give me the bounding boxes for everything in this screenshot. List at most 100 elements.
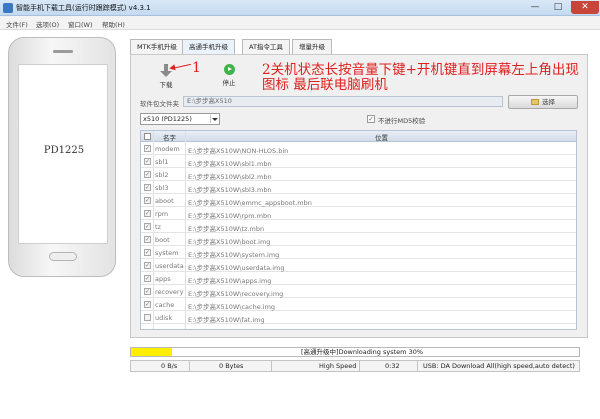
stop-button[interactable]: 停止: [209, 64, 249, 87]
status-divider: [417, 361, 418, 371]
table-header: 名字 位置: [141, 131, 576, 142]
row-checkbox[interactable]: ✓: [144, 288, 151, 295]
table-row[interactable]: ✓ system E:\步步高X510W\system.img: [141, 246, 576, 259]
partition-path: E:\步步高X510W\emmc_appsboot.mbn: [188, 199, 312, 207]
menu-bar: 文件(F) 选项(O) 窗口(W) 帮助(H): [0, 16, 600, 30]
download-button[interactable]: 下载: [146, 64, 186, 89]
partition-name: rpm: [155, 210, 169, 218]
package-folder-label: 软件包文件夹: [140, 100, 179, 108]
table-row[interactable]: ✓ boot E:\步步高X510W\boot.img: [141, 233, 576, 246]
browse-button[interactable]: 选择: [508, 95, 578, 109]
partition-path: E:\步步高X510W\fat.img: [188, 316, 265, 324]
table-row[interactable]: ✓ userdata E:\步步高X510W\userdata.img: [141, 259, 576, 272]
tab-qualcomm-upgrade[interactable]: 高通手机升级: [182, 39, 235, 54]
app-icon: [3, 3, 13, 13]
row-checkbox[interactable]: ✓: [144, 171, 151, 178]
tab-incremental-upgrade[interactable]: 增量升级: [292, 39, 332, 54]
progress-text: [高通升级中]Downloading system 30%: [301, 348, 424, 356]
play-stop-icon: [223, 64, 235, 75]
row-checkbox[interactable]: ✓: [144, 262, 151, 269]
chevron-down-icon[interactable]: [210, 115, 218, 123]
menu-window[interactable]: 窗口(W): [68, 19, 93, 29]
partition-path: E:\步步高X510W\sbl1.mbn: [188, 160, 272, 168]
table-row[interactable]: ✓ modem E:\步步高X510W\NON-HLOS.bin: [141, 142, 576, 155]
progress-bar: [高通升级中]Downloading system 30%: [130, 347, 580, 357]
browse-label: 选择: [542, 98, 555, 106]
table-row[interactable]: ✓ sbl1 E:\步步高X510W\sbl1.mbn: [141, 155, 576, 168]
row-checkbox[interactable]: ✓: [144, 223, 151, 230]
partition-name: tz: [155, 223, 161, 231]
partition-name: boot: [155, 236, 170, 244]
partition-path: E:\步步高X510W\apps.img: [188, 277, 272, 285]
partition-name: userdata: [155, 262, 184, 270]
table-row[interactable]: ✓ sbl2 E:\步步高X510W\sbl2.mbn: [141, 168, 576, 181]
row-checkbox[interactable]: ✓: [144, 145, 151, 152]
title-bar: 智能手机下载工具(运行时跟踪模式) v4.3.1 — □ ✕: [0, 0, 600, 16]
partition-path: E:\步步高X510W\sbl3.mbn: [188, 186, 272, 194]
table-row[interactable]: ✓ rpm E:\步步高X510W\rpm.mbn: [141, 207, 576, 220]
column-header-path[interactable]: 位置: [375, 132, 388, 142]
partition-path: E:\步步高X510W\userdata.img: [188, 264, 285, 272]
row-checkbox[interactable]: ✓: [144, 158, 151, 165]
table-row[interactable]: ✓ sbl3 E:\步步高X510W\sbl3.mbn: [141, 181, 576, 194]
minimize-button[interactable]: —: [524, 1, 546, 14]
partition-path: E:\步步高X510W\recovery.img: [188, 290, 284, 298]
close-button[interactable]: ✕: [571, 1, 599, 14]
row-checkbox[interactable]: ✓: [144, 301, 151, 308]
stop-label: 停止: [222, 79, 236, 87]
md5-label: 不进行MD5校验: [378, 117, 426, 125]
partition-table: 名字 位置 ✓ modem E:\步步高X510W\NON-HLOS.bin ✓ sbl…: [140, 130, 577, 330]
partition-path: E:\步步高X510W\NON-HLOS.bin: [188, 147, 289, 155]
row-checkbox[interactable]: ✓: [144, 236, 151, 243]
progress-fill: [131, 348, 172, 356]
phone-model-label: PD1225: [43, 145, 85, 156]
package-folder-input[interactable]: E:\步步高X510: [183, 96, 503, 107]
row-checkbox[interactable]: ✓: [144, 275, 151, 282]
status-divider: [189, 361, 190, 371]
row-checkbox[interactable]: ✓: [144, 184, 151, 191]
menu-file[interactable]: 文件(F): [6, 19, 28, 29]
phone-home-button: [49, 252, 77, 261]
partition-path: E:\步步高X510W\system.img: [188, 251, 280, 259]
row-checkbox[interactable]: ✓: [144, 210, 151, 217]
partition-name: modem: [155, 145, 180, 153]
window-title: 智能手机下载工具(运行时跟踪模式) v4.3.1: [16, 4, 151, 12]
partition-path: E:\步步高X510W\rpm.mbn: [188, 212, 272, 220]
folder-icon: [531, 99, 539, 105]
select-all-checkbox[interactable]: [144, 133, 151, 140]
row-checkbox[interactable]: [144, 314, 151, 321]
download-label: 下载: [159, 81, 173, 89]
partition-name: system: [155, 249, 179, 257]
partition-name: sbl3: [155, 184, 169, 192]
partition-name: recovery: [155, 288, 184, 296]
tab-mtk-upgrade[interactable]: MTK手机升级: [130, 39, 184, 54]
partition-name: sbl1: [155, 158, 169, 166]
model-select-value: x510 (PD1225): [143, 115, 192, 123]
table-row[interactable]: ✓ aboot E:\步步高X510W\emmc_appsboot.mbn: [141, 194, 576, 207]
table-row[interactable]: ✓ cache E:\步步高X510W\cache.img: [141, 298, 576, 311]
status-speed: 0 B/s: [161, 362, 178, 370]
maximize-button[interactable]: □: [547, 1, 569, 14]
partition-name: udisk: [155, 314, 173, 322]
partition-name: apps: [155, 275, 171, 283]
status-divider: [359, 361, 360, 371]
table-row[interactable]: ✓ tz E:\步步高X510W\tz.mbn: [141, 220, 576, 233]
tab-at-tool[interactable]: AT指令工具: [242, 39, 290, 54]
row-checkbox[interactable]: ✓: [144, 197, 151, 204]
menu-options[interactable]: 选项(O): [36, 19, 59, 29]
table-row[interactable]: ✓ recovery E:\步步高X510W\recovery.img: [141, 285, 576, 298]
status-info: USB: DA Download All(high speed,auto det…: [423, 362, 575, 370]
partition-path: E:\步步高X510W\tz.mbn: [188, 225, 265, 233]
partition-path: E:\步步高X510W\cache.img: [188, 303, 276, 311]
table-row[interactable]: udisk E:\步步高X510W\fat.img: [141, 311, 576, 324]
row-checkbox[interactable]: ✓: [144, 249, 151, 256]
column-header-name[interactable]: 名字: [163, 132, 176, 142]
phone-earpiece: [53, 50, 73, 53]
md5-checkbox[interactable]: ✓: [367, 115, 375, 123]
partition-name: cache: [155, 301, 175, 309]
table-row[interactable]: ✓ apps E:\步步高X510W\apps.img: [141, 272, 576, 285]
menu-help[interactable]: 帮助(H): [102, 19, 125, 29]
model-select[interactable]: x510 (PD1225): [140, 113, 220, 125]
phone-image: PD1225: [8, 37, 116, 277]
status-bar: 0 B/s 0 Bytes High Speed 0:32 USB: DA Do…: [130, 360, 580, 372]
